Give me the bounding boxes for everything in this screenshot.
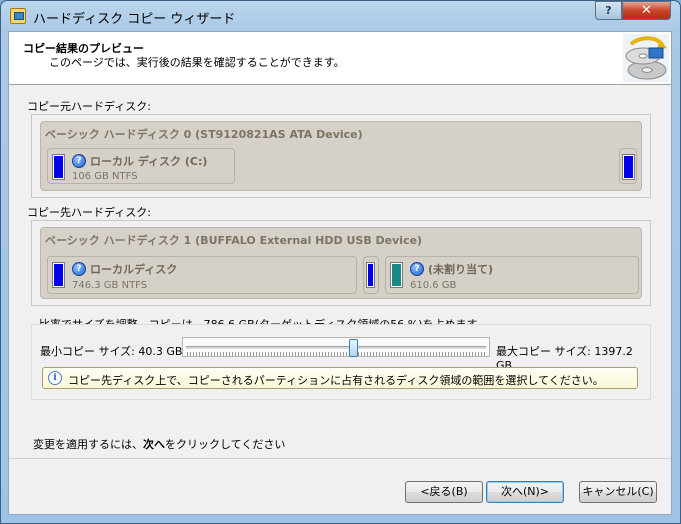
cancel-button[interactable]: キャンセル(C) <box>579 481 657 503</box>
next-button[interactable]: 次へ(N)> <box>486 481 564 503</box>
destination-disk-panel: ベーシック ハードディスク 1 (BUFFALO External HDD US… <box>31 220 651 306</box>
source-disk[interactable]: ベーシック ハードディスク 0 (ST9120821AS ATA Device)… <box>40 121 642 191</box>
wizard-header: コピー結果のプレビュー このページでは、実行後の結果を確認することができます。 <box>9 32 671 85</box>
app-icon <box>10 8 26 24</box>
min-copy-size-label: 最小コピー サイズ: 40.3 GB <box>40 345 183 358</box>
partition-name: (未割り当て) <box>428 263 494 276</box>
back-button[interactable]: <戻る(B) <box>405 481 483 503</box>
disk-copy-icon <box>623 34 669 82</box>
partition-color-bar <box>52 262 65 288</box>
page-subtitle: このページでは、実行後の結果を確認することができます。 <box>49 56 345 69</box>
partition-color-bar <box>366 262 375 288</box>
source-disk-panel: ベーシック ハードディスク 0 (ST9120821AS ATA Device)… <box>31 114 651 198</box>
close-button[interactable]: ✕ <box>622 1 671 20</box>
info-hint: i コピー先ディスク上で、コピーされるパーティションに占有されるディスク領域の範… <box>42 367 638 389</box>
help-button[interactable]: ? <box>595 1 622 20</box>
source-remaining-space <box>619 148 637 184</box>
partition-color-bar <box>52 154 65 180</box>
source-disk-label: コピー元ハードディスク: <box>27 100 151 113</box>
source-partition-c[interactable]: ? ローカル ディスク (C:) 106 GB NTFS <box>47 148 235 184</box>
title-bar[interactable]: ハードディスク コピー ウィザード ? ✕ <box>1 1 680 31</box>
footer-note: 変更を適用するには、次へをクリックしてください <box>33 438 286 451</box>
slider-thumb[interactable] <box>349 339 358 357</box>
unknown-status-icon: ? <box>72 154 86 168</box>
destination-disk[interactable]: ベーシック ハードディスク 1 (BUFFALO External HDD US… <box>40 227 642 299</box>
source-disk-title: ベーシック ハードディスク 0 (ST9120821AS ATA Device) <box>45 128 363 141</box>
partition-name: ローカルディスク <box>90 263 178 276</box>
destination-partition-local[interactable]: ? ローカルディスク 746.3 GB NTFS <box>47 256 357 294</box>
slider-rail <box>186 346 486 349</box>
info-icon: i <box>48 371 62 385</box>
partition-color-bar <box>390 262 403 288</box>
size-slider[interactable] <box>182 337 490 357</box>
footer-note-next: 次へ <box>143 438 165 451</box>
destination-disk-title: ベーシック ハードディスク 1 (BUFFALO External HDD US… <box>45 234 423 247</box>
partition-size: 610.6 GB <box>410 280 457 291</box>
partition-name: ローカル ディスク (C:) <box>90 155 208 168</box>
wizard-window: ハードディスク コピー ウィザード ? ✕ コピー結果のプレビュー このページで… <box>0 0 681 524</box>
info-text: コピー先ディスク上で、コピーされるパーティションに占有されるディスク領域の範囲を… <box>68 374 604 387</box>
unknown-status-icon: ? <box>410 262 424 276</box>
slider-ticks <box>187 352 485 356</box>
destination-disk-label: コピー先ハードディスク: <box>27 206 151 219</box>
destination-partition-unallocated[interactable]: ? (未割り当て) 610.6 GB <box>385 256 639 294</box>
wizard-content: コピー結果のプレビュー このページでは、実行後の結果を確認することができます。 … <box>8 31 672 515</box>
partition-color-bar <box>622 154 635 180</box>
partition-size: 106 GB NTFS <box>72 171 138 182</box>
resize-slider-area: 最小コピー サイズ: 40.3 GB 最大コピー サイズ: 1397.2 GB … <box>31 324 651 400</box>
unknown-status-icon: ? <box>72 262 86 276</box>
destination-partition-sliver <box>363 256 379 294</box>
footer-separator <box>9 458 671 459</box>
window-title: ハードディスク コピー ウィザード <box>33 12 236 27</box>
partition-size: 746.3 GB NTFS <box>72 280 148 291</box>
